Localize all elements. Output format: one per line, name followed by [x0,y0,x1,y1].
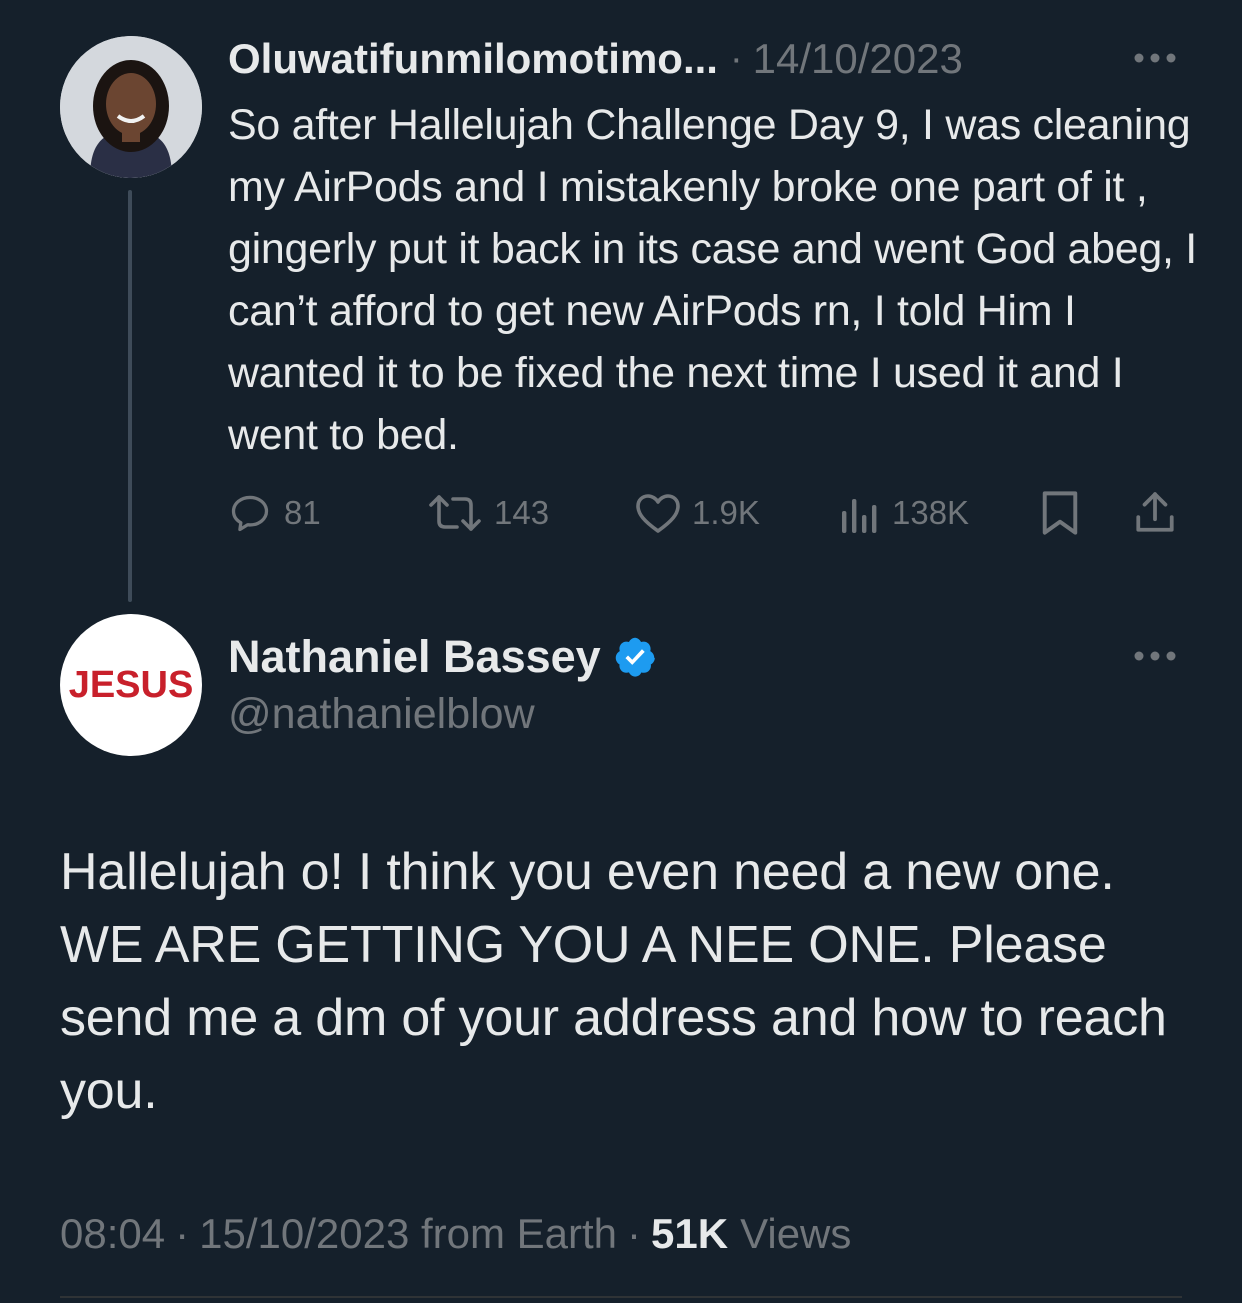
main-display-name[interactable]: Nathaniel Bassey [228,631,601,683]
tweet-views-count: 51K [651,1210,729,1257]
reply-date[interactable]: 14/10/2023 [753,35,963,83]
thread-connector-line [128,190,132,602]
main-more-button[interactable] [1130,636,1180,676]
reply-tweet-text: So after Hallelujah Challenge Day 9, I w… [228,101,1197,459]
views-button[interactable]: 138K [838,486,969,540]
reply-count: 81 [284,494,321,531]
tweet-time[interactable]: 08:04 [60,1210,165,1258]
main-tweet-meta: 08:04 · 15/10/2023 from Earth · 51K View… [60,1204,851,1264]
reply-icon [226,491,284,535]
meta-separator: · [175,1210,190,1257]
avatar-logo-text: JESUS [68,663,194,706]
reply-author-avatar[interactable] [60,36,202,178]
like-count: 1.9K [692,494,760,531]
views-icon [838,491,892,535]
more-icon [1134,651,1176,661]
tweet-views-label: Views [740,1210,852,1257]
like-icon [634,491,692,535]
main-tweet-text: Hallelujah o! I think you even need a ne… [60,843,1167,1120]
views-count: 138K [892,494,970,531]
retweet-button[interactable]: 143 [426,486,549,540]
share-button[interactable] [1132,486,1188,540]
main-author-avatar[interactable]: JESUS [60,614,202,756]
main-handle[interactable]: @nathanielblow [228,690,535,739]
bookmark-icon [1038,489,1092,537]
share-icon [1132,490,1188,536]
retweet-icon [426,491,494,535]
tweet-date-source[interactable]: 15/10/2023 from Earth [199,1210,617,1258]
retweet-count: 143 [494,494,550,531]
reply-display-name[interactable]: Oluwatifunmilomotimo... [228,35,718,83]
main-author-row: Nathaniel Bassey [228,628,657,686]
person-avatar-icon [60,36,202,178]
bookmark-button[interactable] [1038,486,1092,540]
header-separator: · [729,37,743,80]
like-button[interactable]: 1.9K [634,486,760,540]
reply-header: Oluwatifunmilomotimo... · 14/10/2023 [228,30,1183,88]
divider [60,1296,1182,1298]
meta-separator: · [627,1210,642,1257]
more-icon [1134,53,1176,63]
reply-action-bar: 81 143 1.9K 138K [226,486,1186,540]
reply-more-button[interactable] [1130,38,1180,78]
reply-button[interactable]: 81 [226,486,321,540]
verified-badge-icon [613,635,657,679]
